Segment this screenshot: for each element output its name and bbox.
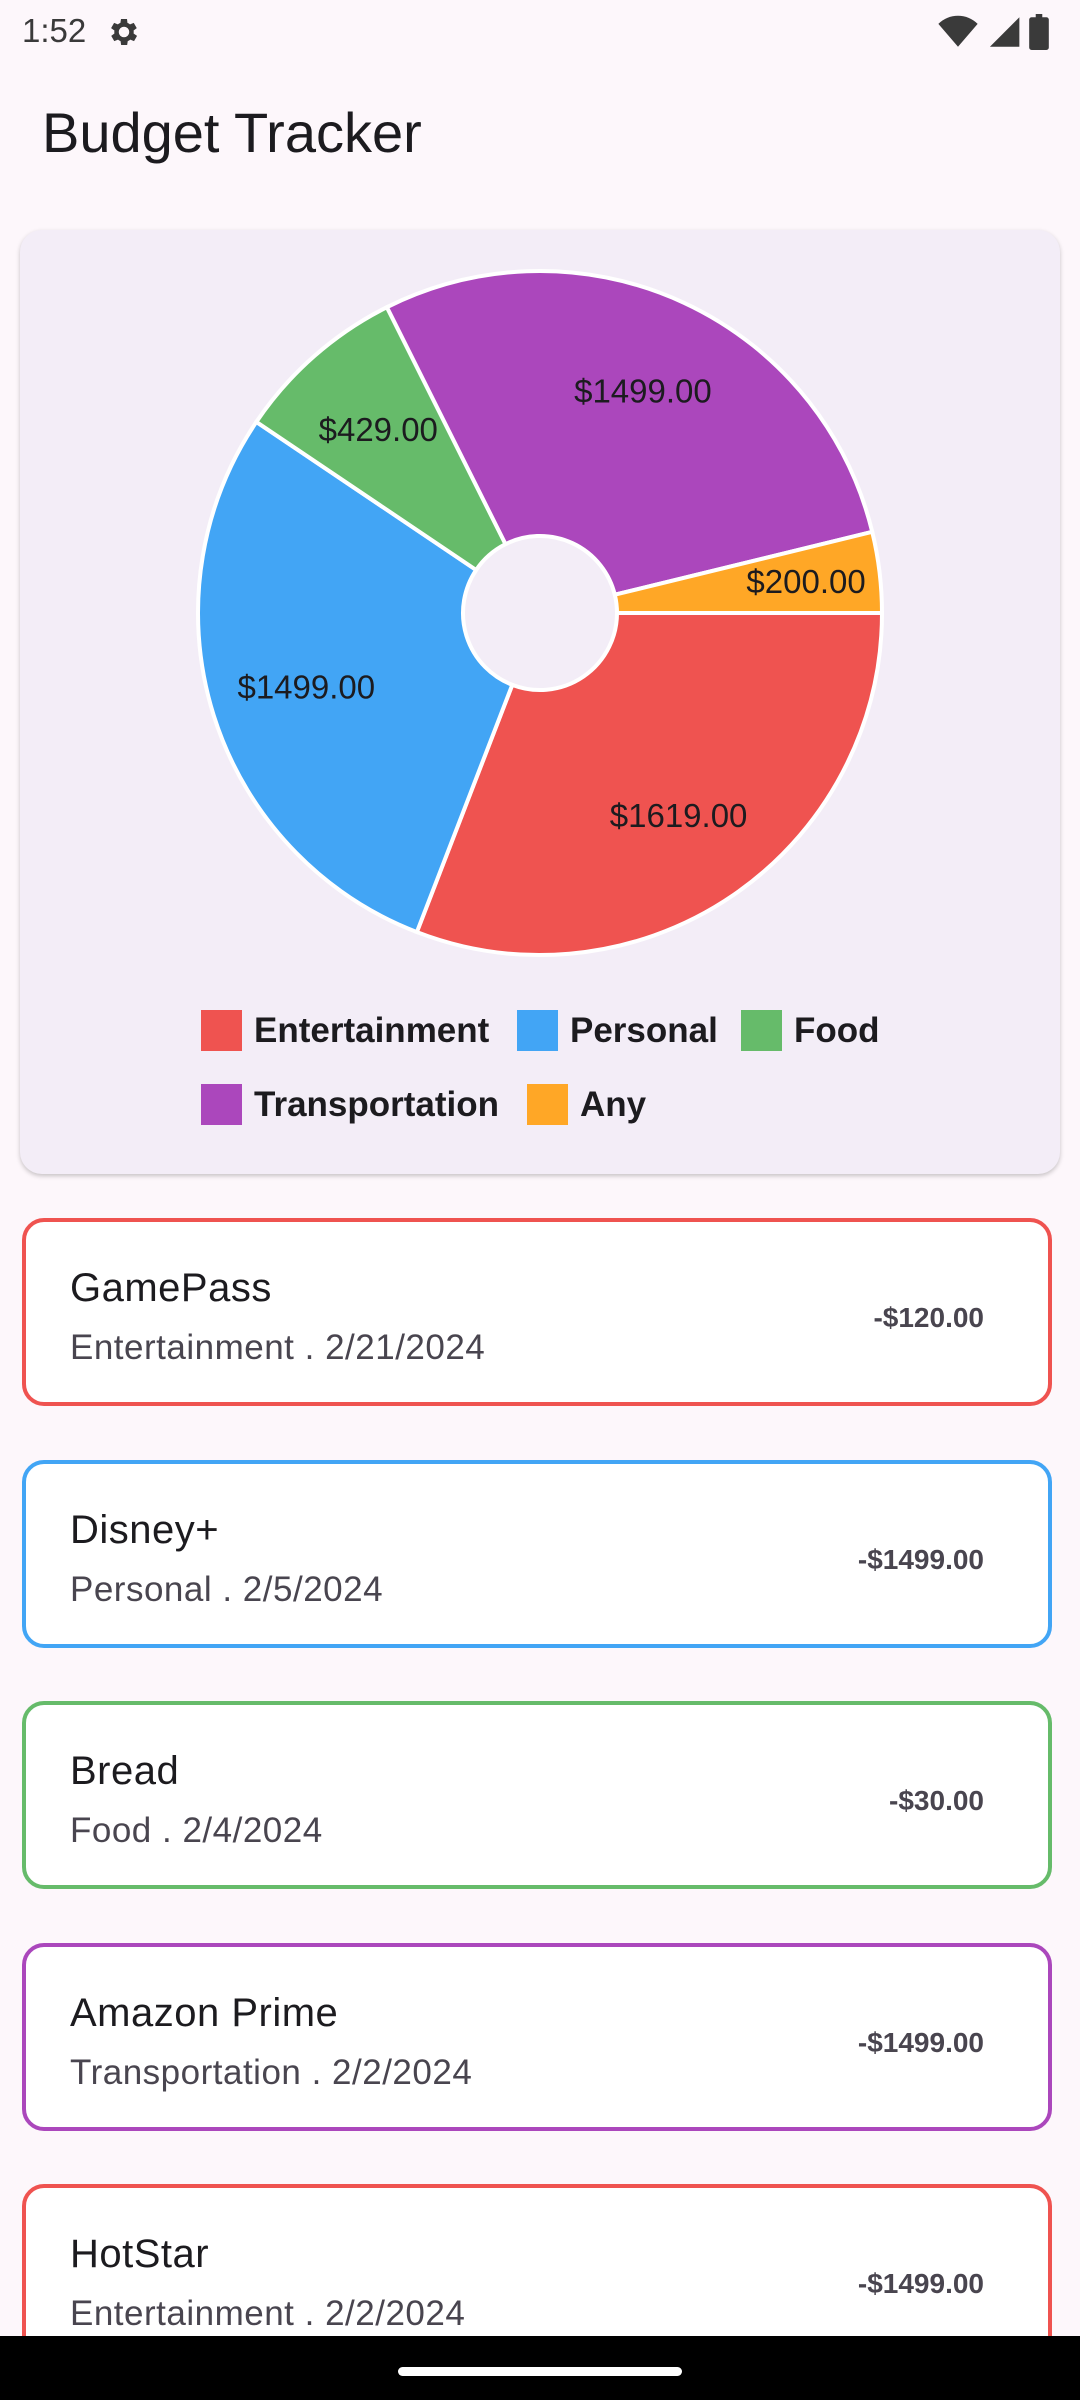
transaction-subtitle: Personal . 2/5/2024 [70, 1570, 384, 1609]
status-bar: 1:52 [0, 0, 1080, 64]
transaction-amount: -$1499.00 [857, 1544, 984, 1575]
transaction-amount: -$120.00 [873, 1302, 984, 1333]
transaction-subtitle: Entertainment . 2/2/2024 [70, 2294, 466, 2333]
battery-icon [1028, 14, 1050, 55]
transaction-subtitle: Food . 2/4/2024 [70, 1811, 323, 1850]
status-time: 1:52 [22, 12, 87, 49]
transaction-name: HotStar [70, 2232, 210, 2276]
transaction-name: Amazon Prime [70, 1991, 339, 2035]
transaction-subtitle: Entertainment . 2/21/2024 [70, 1328, 486, 1367]
pie-label-food: $429.00 [319, 411, 438, 448]
home-gesture-handle[interactable] [398, 2367, 682, 2376]
transaction-amount: -$30.00 [889, 1785, 984, 1816]
app-title: Budget Tracker [42, 101, 422, 164]
budget-pie-chart[interactable]: $1619.00 $1499.00 $429.00 $1499.00 $200.00 [20, 230, 1060, 1174]
pie-label-transportation: $1499.00 [574, 373, 712, 410]
transaction-subtitle: Transportation . 2/2/2024 [70, 2053, 473, 2092]
budget-chart-card: $1619.00 $1499.00 $429.00 $1499.00 $200.00 E… [20, 230, 1060, 1174]
transaction-name: Bread [70, 1749, 180, 1793]
pie-label-personal: $1499.00 [237, 669, 375, 706]
settings-gear-icon [106, 14, 142, 55]
pie-label-any: $200.00 [746, 563, 865, 600]
transaction-card[interactable]: GamePass Entertainment . 2/21/2024 -$120… [22, 1218, 1052, 1406]
cellular-signal-icon [986, 14, 1020, 55]
transaction-amount: -$1499.00 [857, 2027, 984, 2058]
transaction-card[interactable]: Bread Food . 2/4/2024 -$30.00 [22, 1701, 1052, 1889]
transaction-card[interactable]: Amazon Prime Transportation . 2/2/2024 -… [22, 1943, 1052, 2131]
transaction-name: GamePass [70, 1266, 272, 1310]
transaction-name: Disney+ [70, 1508, 220, 1552]
transaction-amount: -$1499.00 [857, 2268, 984, 2299]
pie-slice-entertainment[interactable] [414, 611, 885, 957]
pie-label-entertainment: $1619.00 [610, 797, 748, 834]
wifi-icon [938, 14, 978, 55]
transaction-card[interactable]: Disney+ Personal . 2/5/2024 -$1499.00 [22, 1460, 1052, 1648]
